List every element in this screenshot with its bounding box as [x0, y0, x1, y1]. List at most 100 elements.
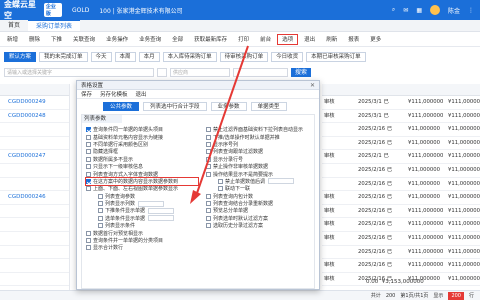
supplier-input[interactable]: 供应商: [170, 68, 230, 77]
option-row[interactable]: 数据所属多不显示: [86, 156, 198, 163]
option-row[interactable]: 下推条件显示单据: [86, 207, 198, 214]
scheme-item[interactable]: 本月: [138, 51, 160, 62]
option-checkbox[interactable]: [206, 134, 211, 140]
option-row[interactable]: 列表查询内包计数: [206, 193, 318, 200]
option-checkbox[interactable]: [206, 201, 211, 207]
toolbar-more[interactable]: 更多: [365, 34, 386, 45]
table-row[interactable]: 审核 2025/3/1 已 ¥111,000000 ¥111,000000: [322, 110, 480, 124]
option-row[interactable]: 选取历史分录过滤方案: [206, 222, 318, 229]
option-row[interactable]: 数据首行对预览相显示: [86, 229, 198, 237]
toolbar-stock[interactable]: 获取最新库存: [189, 34, 232, 45]
search-button[interactable]: 搜索: [291, 68, 312, 77]
table-row[interactable]: [0, 164, 69, 178]
table-row[interactable]: [0, 246, 69, 260]
scheme-item[interactable]: 本期已审核采购订单: [306, 51, 366, 62]
dialog-save[interactable]: 保存: [81, 90, 92, 98]
table-row[interactable]: 2025/2/16 已 ¥11,000000 ¥11,000000: [322, 164, 480, 178]
option-select[interactable]: [148, 215, 175, 222]
scheme-item[interactable]: 今日收货: [271, 51, 304, 62]
table-row[interactable]: 审核 2025/2/16 已 ¥111,000000 ¥111,000000: [322, 232, 480, 246]
toolbar-business-query[interactable]: 业务查询: [134, 34, 166, 45]
table-row[interactable]: 审核 2025/2/16 已 ¥111,000000 ¥111,000000: [322, 205, 480, 219]
option-checkbox[interactable]: [98, 193, 103, 199]
option-checkbox[interactable]: [206, 223, 211, 229]
option-row[interactable]: 查询条件同一单据的单据头项目: [86, 126, 198, 133]
option-row[interactable]: 列表选单时默认过滤方案: [206, 215, 318, 222]
option-checkbox[interactable]: [206, 156, 211, 162]
option-row[interactable]: 隐藏选择框: [86, 148, 198, 155]
option-row[interactable]: 下推/选单操作时默认单据并推: [206, 133, 318, 141]
option-row[interactable]: 列表查询跟单过滤数据: [206, 148, 318, 155]
keyword-input[interactable]: 请输入或选择关键字: [4, 68, 154, 77]
table-row[interactable]: 审核 2025/2/16 已 ¥111,000000 ¥111,000000: [322, 259, 480, 273]
tab-business-params[interactable]: 业务参数: [210, 102, 247, 111]
grid-icon[interactable]: ▦: [416, 7, 422, 14]
table-row[interactable]: CGDD000247: [0, 150, 69, 164]
page-size-select[interactable]: 200: [448, 292, 464, 300]
table-row[interactable]: [0, 123, 69, 137]
option-row[interactable]: 不同单据行采用颜色区别: [86, 141, 198, 148]
option-row[interactable]: 列表显示条件: [86, 222, 198, 229]
option-row[interactable]: 禁止过滤界面基础资料下拉列表自动显示: [206, 126, 318, 133]
option-row[interactable]: 联动下一联: [206, 185, 318, 192]
apps-icon[interactable]: ⋮: [468, 7, 474, 14]
option-checkbox[interactable]: [86, 245, 91, 251]
avatar[interactable]: [429, 5, 440, 15]
table-row[interactable]: [0, 273, 69, 287]
scheme-item[interactable]: 今天: [90, 51, 112, 62]
scheme-item[interactable]: 本周: [114, 51, 136, 62]
toolbar-all[interactable]: 全部: [167, 34, 188, 45]
option-row[interactable]: 显示合计数行: [86, 244, 198, 251]
option-checkbox[interactable]: [206, 193, 211, 199]
toolbar-delete[interactable]: 删除: [24, 34, 45, 45]
toolbar-report[interactable]: 报表: [343, 34, 364, 45]
option-row[interactable]: 列表查询方式入字体查询数据: [86, 170, 198, 178]
option-select[interactable]: [138, 200, 165, 207]
toolbar-options[interactable]: 选项: [277, 34, 299, 45]
toolbar-related-query[interactable]: 关联查询: [68, 34, 100, 45]
table-row[interactable]: [0, 137, 69, 151]
option-checkbox[interactable]: [206, 141, 211, 147]
toolbar-exit[interactable]: 退出: [299, 34, 320, 45]
option-row[interactable]: 显示分录行号: [206, 156, 318, 163]
option-checkbox[interactable]: [206, 164, 211, 170]
tab-purchase-order-list[interactable]: 采购订单列表: [28, 20, 81, 31]
dialog-save-as-template[interactable]: 另存化模板: [100, 90, 128, 98]
org-selector[interactable]: 100 | 张家港金辉技术有限公司: [99, 6, 182, 15]
option-checkbox[interactable]: [86, 186, 91, 192]
dialog-exit[interactable]: 退出: [136, 90, 147, 98]
table-row[interactable]: 审核 2025/3/1 已 ¥111,000000 ¥111,000000: [322, 96, 480, 110]
toolbar-front[interactable]: 前台: [255, 34, 276, 45]
scheme-item[interactable]: 本入库待采购订单: [162, 51, 217, 62]
option-row[interactable]: 只显示下一级审核信息: [86, 163, 198, 170]
product-name[interactable]: GOLD: [72, 7, 89, 14]
option-checkbox[interactable]: [86, 164, 91, 170]
search-icon[interactable]: ⌕: [392, 6, 395, 14]
table-row[interactable]: [0, 218, 69, 232]
toolbar-push[interactable]: 下推: [46, 34, 67, 45]
user-name[interactable]: 陈金: [448, 6, 460, 15]
table-row[interactable]: 审核 2025/2/16 已 ¥11,000000 ¥11,000000: [322, 191, 480, 205]
table-row[interactable]: 2025/2/16 已 ¥111,000000 ¥111,000000: [322, 246, 480, 260]
option-checkbox[interactable]: [206, 215, 211, 221]
option-checkbox[interactable]: [86, 141, 91, 147]
table-row[interactable]: 2025/2/16 已 ¥11,000000 ¥11,000000: [322, 123, 480, 137]
option-checkbox[interactable]: [86, 171, 91, 177]
toolbar-new[interactable]: 新增: [2, 34, 23, 45]
table-row[interactable]: CGDD000246: [0, 191, 69, 205]
option-select[interactable]: [268, 178, 295, 185]
table-row[interactable]: 2025/2/16 已 ¥11,000000 ¥11,000000: [322, 178, 480, 192]
table-row[interactable]: 审核 2025/2/16 已 ¥111,000000 ¥111,000000: [322, 218, 480, 232]
option-row[interactable]: 基础资料单元格内容显示为链接: [86, 133, 198, 141]
option-row[interactable]: 禁止单据数值后调: [206, 178, 318, 185]
tab-selected-sum-fields[interactable]: 列表选中行合计字段: [143, 102, 207, 111]
option-checkbox[interactable]: [218, 178, 223, 184]
option-row[interactable]: 列表显示列数: [86, 200, 198, 207]
option-checkbox[interactable]: [86, 178, 91, 184]
table-row[interactable]: 2025/2/16 已 ¥11,000000 ¥11,000000: [322, 137, 480, 151]
option-row[interactable]: 列表查询结合分录重新数据: [206, 200, 318, 207]
option-row[interactable]: 禁止操作非审核单据数据: [206, 163, 318, 170]
bell-icon[interactable]: ✉: [403, 7, 408, 14]
table-row[interactable]: [0, 178, 69, 192]
table-row[interactable]: 审核 2025/2/1 已 ¥111,000000 ¥111,000000: [322, 150, 480, 164]
